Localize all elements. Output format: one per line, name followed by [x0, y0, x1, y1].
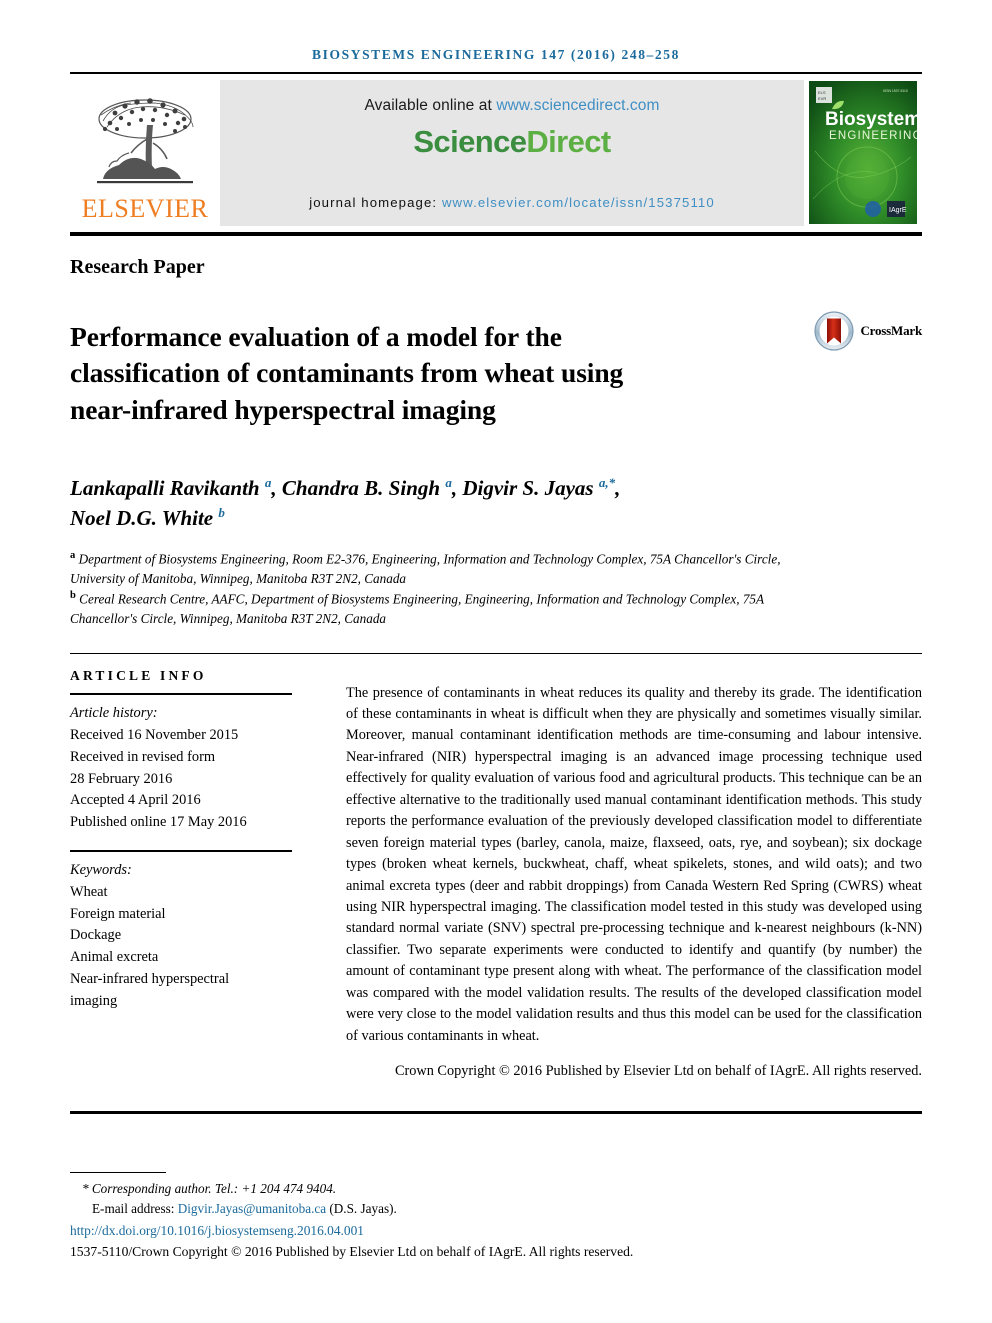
- svg-text:Biosystems: Biosystems: [825, 109, 917, 130]
- journal-cover-art: ELS EVR ISSN 1537-5110 Biosystems ENGINE…: [809, 81, 917, 224]
- history-item: Published online 17 May 2016: [70, 814, 247, 831]
- keyword-item: imaging: [70, 993, 118, 1010]
- history-item: Received in revised form: [70, 748, 216, 765]
- masthead-band: ELSEVIER Available online at www.science…: [70, 79, 922, 226]
- available-online-line: Available online at www.sciencedirect.co…: [364, 97, 659, 115]
- keyword-item: Foreign material: [70, 905, 166, 922]
- affiliation-b-text: Cereal Research Centre, AAFC, Department…: [70, 591, 764, 627]
- page-title: Performance evaluation of a model for th…: [70, 320, 624, 425]
- elsevier-logo-block: ELSEVIER: [70, 79, 220, 226]
- author-2-name: , Chandra B. Singh: [271, 476, 446, 501]
- history-item: Accepted 4 April 2016: [70, 792, 201, 809]
- crossmark-icon: [814, 310, 855, 351]
- title-row: Performance evaluation of a model for th…: [70, 301, 922, 447]
- keywords-rule: [70, 850, 292, 852]
- history-item: 28 February 2016: [70, 770, 173, 787]
- issn-copyright-line: 1537-5110/Crown Copyright © 2016 Publish…: [70, 1244, 634, 1260]
- author-4-name: Noel D.G. White: [70, 506, 219, 531]
- abstract-bottom-rule: [70, 1111, 922, 1115]
- author-3-comma: ,: [615, 476, 621, 501]
- svg-text:IAgrE: IAgrE: [889, 207, 907, 214]
- info-top-rule: [70, 652, 922, 655]
- abstract-column: The presence of contaminants in wheat re…: [346, 668, 922, 1097]
- header-rule: [70, 72, 922, 74]
- affiliation-a-marker: a: [70, 549, 76, 561]
- corresponding-author-note: * Corresponding author. Tel.: +1 204 474…: [82, 1180, 337, 1196]
- svg-text:ISSN 1537-5110: ISSN 1537-5110: [883, 89, 908, 93]
- sciencedirect-logo-science: Science: [413, 123, 527, 159]
- sciencedirect-logo: ScienceDirect: [413, 123, 611, 160]
- keyword-item: Near-infrared hyperspectral: [70, 971, 230, 988]
- author-list: Lankapalli Ravikanth a, Chandra B. Singh…: [70, 474, 770, 534]
- history-item: Received 16 November 2015: [70, 726, 239, 743]
- elsevier-wordmark: ELSEVIER: [81, 193, 209, 223]
- article-type-label: Research Paper: [70, 255, 205, 278]
- author-3-name: , Digvir S. Jayas: [451, 476, 599, 501]
- masthead-bottom-rule: [70, 231, 922, 236]
- doi-link[interactable]: http://dx.doi.org/10.1016/j.biosystemsen…: [70, 1221, 922, 1241]
- sciencedirect-band: Available online at www.sciencedirect.co…: [220, 79, 804, 226]
- affiliation-b: b Cereal Research Centre, AAFC, Departme…: [70, 588, 830, 628]
- sciencedirect-logo-direct: Direct: [526, 123, 611, 159]
- keywords-block: Keywords: Wheat Foreign material Dockage…: [70, 860, 310, 1013]
- journal-cover-thumbnail: ELS EVR ISSN 1537-5110 Biosystems ENGINE…: [809, 81, 917, 224]
- email-note: E-mail address: Digvir.Jayas@umanitoba.c…: [70, 1199, 922, 1219]
- svg-text:EVR: EVR: [818, 96, 826, 101]
- affiliation-a-text: Department of Biosystems Engineering, Ro…: [70, 551, 781, 586]
- keyword-item: Animal excreta: [70, 949, 159, 966]
- author-4-affil-marker: b: [218, 505, 225, 521]
- email-link[interactable]: Digvir.Jayas@umanitoba.ca: [178, 1201, 326, 1216]
- journal-cover-block: ELS EVR ISSN 1537-5110 Biosystems ENGINE…: [804, 79, 922, 226]
- running-head: BIOSYSTEMS ENGINEERING 147 (2016) 248–25…: [312, 47, 680, 62]
- article-history-label: Article history:: [70, 704, 158, 721]
- affiliation-a: a Department of Biosystems Engineering, …: [70, 548, 830, 588]
- journal-homepage-line: journal homepage: www.elsevier.com/locat…: [220, 195, 804, 210]
- article-info-rule: [70, 693, 292, 695]
- abstract-copyright: Crown Copyright © 2016 Published by Else…: [394, 1063, 922, 1080]
- affiliation-list: a Department of Biosystems Engineering, …: [70, 548, 830, 629]
- article-body-grid: ARTICLE INFO Article history: Received 1…: [70, 668, 922, 1097]
- email-label: E-mail address:: [92, 1200, 178, 1216]
- crossmark-label: CrossMark: [860, 322, 922, 338]
- article-info-heading: ARTICLE INFO: [70, 668, 207, 684]
- footnote-zone: * Corresponding author. Tel.: +1 204 474…: [70, 1171, 922, 1263]
- article-info-column: ARTICLE INFO Article history: Received 1…: [70, 668, 310, 1097]
- available-online-prefix: Available online at: [364, 96, 497, 114]
- crossmark-badge[interactable]: CrossMark: [814, 310, 922, 351]
- svg-text:ENGINEERING: ENGINEERING: [829, 130, 917, 142]
- author-3-affil-marker: a,*: [598, 475, 616, 491]
- email-suffix: (D.S. Jayas).: [326, 1200, 397, 1216]
- footnote-rule: [70, 1171, 166, 1173]
- abstract-text: The presence of contaminants in wheat re…: [346, 684, 922, 1044]
- keywords-label: Keywords:: [70, 861, 132, 878]
- journal-homepage-link[interactable]: www.elsevier.com/locate/issn/15375110: [442, 195, 715, 210]
- keyword-item: Dockage: [70, 927, 122, 944]
- author-1-name: Lankapalli Ravikanth: [70, 476, 265, 501]
- journal-homepage-prefix: journal homepage:: [309, 194, 442, 210]
- affiliation-b-marker: b: [70, 590, 76, 602]
- sciencedirect-url-link[interactable]: www.sciencedirect.com: [496, 97, 659, 114]
- svg-text:ELS: ELS: [818, 90, 826, 95]
- article-history-block: Article history: Received 16 November 20…: [70, 703, 310, 834]
- journal-article-page: BIOSYSTEMS ENGINEERING 147 (2016) 248–25…: [0, 0, 992, 1323]
- keyword-item: Wheat: [70, 883, 108, 900]
- elsevier-tree-icon: [97, 97, 194, 183]
